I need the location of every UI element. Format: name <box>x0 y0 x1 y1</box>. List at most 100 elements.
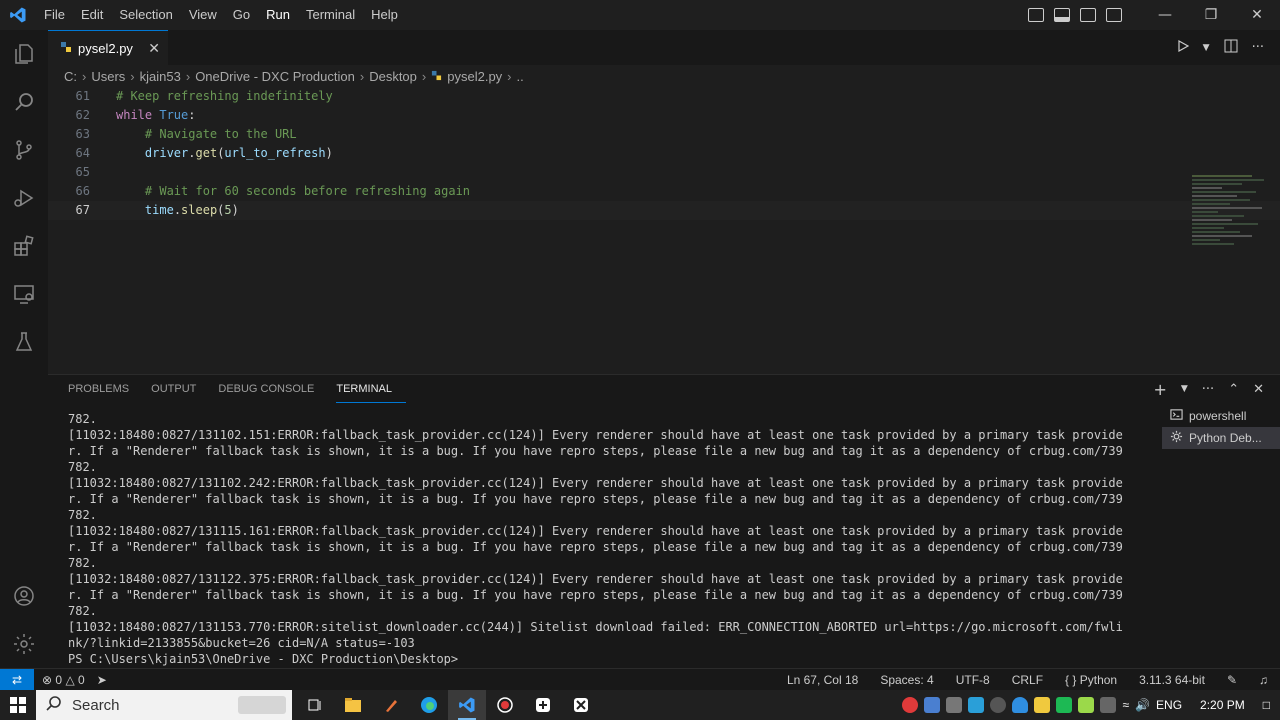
panel-more-icon[interactable]: ··· <box>1202 382 1214 397</box>
app-icon-b[interactable] <box>562 690 600 720</box>
language-mode[interactable]: { } Python <box>1065 673 1117 687</box>
record-indicator-icon[interactable] <box>902 697 919 713</box>
terminal-line: 782. <box>68 556 97 570</box>
breadcrumb-item[interactable]: kjain53 <box>140 69 181 84</box>
testing-icon[interactable] <box>0 318 48 366</box>
panel-tab-output[interactable]: OUTPUT <box>151 375 210 403</box>
end-of-line[interactable]: CRLF <box>1012 673 1043 687</box>
toggle-panel-icon[interactable] <box>1054 8 1070 22</box>
code-line[interactable]: 64 driver.get(url_to_refresh) <box>48 144 1280 163</box>
toggle-primary-sidebar-icon[interactable] <box>1028 8 1044 22</box>
maximize-panel-icon[interactable]: ⌃ <box>1228 382 1239 397</box>
windows-start-icon[interactable] <box>0 690 36 720</box>
vscode-taskbar-icon[interactable] <box>448 690 486 720</box>
minimap[interactable] <box>1192 175 1268 265</box>
windows-security-icon[interactable] <box>1034 697 1051 713</box>
breadcrumb-item[interactable]: Desktop <box>369 69 417 84</box>
edge-browser-icon[interactable] <box>410 690 448 720</box>
panel-tab-terminal[interactable]: TERMINAL <box>336 375 406 403</box>
tray-app-icon[interactable] <box>1056 697 1073 713</box>
indentation[interactable]: Spaces: 4 <box>880 673 933 687</box>
restore-button[interactable]: ❐ <box>1188 0 1234 30</box>
onedrive-icon[interactable] <box>1012 697 1029 713</box>
breadcrumb-item[interactable]: pysel2.py <box>447 69 502 84</box>
file-explorer-icon[interactable] <box>334 690 372 720</box>
notifications-bell-icon[interactable]: ♫ <box>1259 673 1268 687</box>
menu-file[interactable]: File <box>36 0 73 30</box>
feedback-icon[interactable]: ✎ <box>1227 673 1237 687</box>
accounts-icon[interactable] <box>0 572 48 620</box>
error-icon: ⊗ <box>42 673 53 687</box>
editor-tab-pysel2[interactable]: pysel2.py ✕ <box>48 30 168 65</box>
new-terminal-icon[interactable]: + <box>1153 380 1166 399</box>
minimize-button[interactable]: — <box>1142 0 1188 30</box>
clock[interactable]: 2:20 PM <box>1200 698 1245 712</box>
input-language[interactable]: ENG <box>1156 698 1182 712</box>
terminal-output[interactable]: 782. [11032:18480:0827/131102.151:ERROR:f… <box>68 411 1148 667</box>
code-line[interactable]: 63 # Navigate to the URL <box>48 125 1280 144</box>
tray-app-icon[interactable] <box>924 697 941 713</box>
debug-status-icon[interactable]: ➤ <box>97 673 107 687</box>
chevron-down-icon[interactable]: ▼ <box>1203 43 1210 53</box>
notification-center-icon[interactable]: □ <box>1263 698 1270 712</box>
menu-selection[interactable]: Selection <box>111 0 180 30</box>
menu-edit[interactable]: Edit <box>73 0 111 30</box>
terminal-instance[interactable]: Python Deb... <box>1162 427 1280 449</box>
panel-tab-problems[interactable]: PROBLEMS <box>68 375 143 403</box>
remote-explorer-icon[interactable] <box>0 270 48 318</box>
tray-app-icon[interactable] <box>968 697 985 713</box>
breadcrumb-item[interactable]: OneDrive - DXC Production <box>195 69 355 84</box>
tray-app-icon[interactable] <box>990 697 1007 713</box>
terminal-instance[interactable]: powershell <box>1162 405 1280 427</box>
menu-terminal[interactable]: Terminal <box>298 0 363 30</box>
close-panel-icon[interactable]: ✕ <box>1253 382 1264 397</box>
breadcrumb-item[interactable]: Users <box>91 69 125 84</box>
code-line[interactable]: 65 <box>48 163 1280 182</box>
tray-app-icon[interactable] <box>1100 697 1117 713</box>
close-window-button[interactable]: ✕ <box>1234 0 1280 30</box>
error-count: 0 <box>55 673 63 687</box>
taskbar-search-box[interactable]: Search <box>36 690 292 720</box>
menu-help[interactable]: Help <box>363 0 406 30</box>
tray-app-icon[interactable] <box>1078 697 1095 713</box>
terminal-line: r. If a "Renderer" fallback task is show… <box>68 444 1123 458</box>
panel-tab-debug-console[interactable]: DEBUG CONSOLE <box>218 375 328 403</box>
cursor-position[interactable]: Ln 67, Col 18 <box>787 673 858 687</box>
python-interpreter[interactable]: 3.11.3 64-bit <box>1139 673 1205 687</box>
close-tab-icon[interactable]: ✕ <box>148 40 160 57</box>
encoding[interactable]: UTF-8 <box>956 673 990 687</box>
problems-status[interactable]: ⊗ 0 △ 0 <box>42 673 85 687</box>
code-line[interactable]: 61 # Keep refreshing indefinitely <box>48 87 1280 106</box>
breadcrumb-item[interactable]: C: <box>64 69 77 84</box>
search-icon[interactable] <box>0 78 48 126</box>
remote-indicator-icon[interactable]: ⇄ <box>0 669 34 691</box>
extensions-icon[interactable] <box>0 222 48 270</box>
run-debug-icon[interactable] <box>0 174 48 222</box>
paint-app-icon[interactable] <box>372 690 410 720</box>
wifi-icon[interactable]: ≈ <box>1122 698 1129 712</box>
manage-gear-icon[interactable] <box>0 620 48 668</box>
app-icon-a[interactable] <box>524 690 562 720</box>
run-python-file-icon[interactable] <box>1177 39 1189 56</box>
menu-go[interactable]: Go <box>225 0 258 30</box>
customize-layout-icon[interactable] <box>1106 8 1122 22</box>
menu-view[interactable]: View <box>181 0 225 30</box>
explorer-icon[interactable] <box>0 30 48 78</box>
record-app-icon[interactable] <box>486 690 524 720</box>
code-line[interactable]: 62 while True: <box>48 106 1280 125</box>
source-control-icon[interactable] <box>0 126 48 174</box>
split-editor-icon[interactable] <box>1224 39 1238 57</box>
code-line[interactable]: 66 # Wait for 60 seconds before refreshi… <box>48 182 1280 201</box>
toggle-secondary-sidebar-icon[interactable] <box>1080 8 1096 22</box>
menu-run[interactable]: Run <box>258 0 298 30</box>
task-view-icon[interactable] <box>296 690 334 720</box>
volume-icon[interactable]: 🔊 <box>1135 698 1150 712</box>
terminal-dropdown-icon[interactable]: ▼ <box>1181 384 1188 394</box>
breadcrumb-item[interactable]: .. <box>517 69 524 84</box>
code-editor[interactable]: 61 # Keep refreshing indefinitely 62 while … <box>48 87 1280 370</box>
breadcrumb-separator-icon: › <box>507 68 512 84</box>
tray-app-icon[interactable] <box>946 697 963 713</box>
more-actions-icon[interactable]: ··· <box>1252 40 1264 55</box>
code-line[interactable]: 67 time.sleep(5) <box>48 201 1280 220</box>
